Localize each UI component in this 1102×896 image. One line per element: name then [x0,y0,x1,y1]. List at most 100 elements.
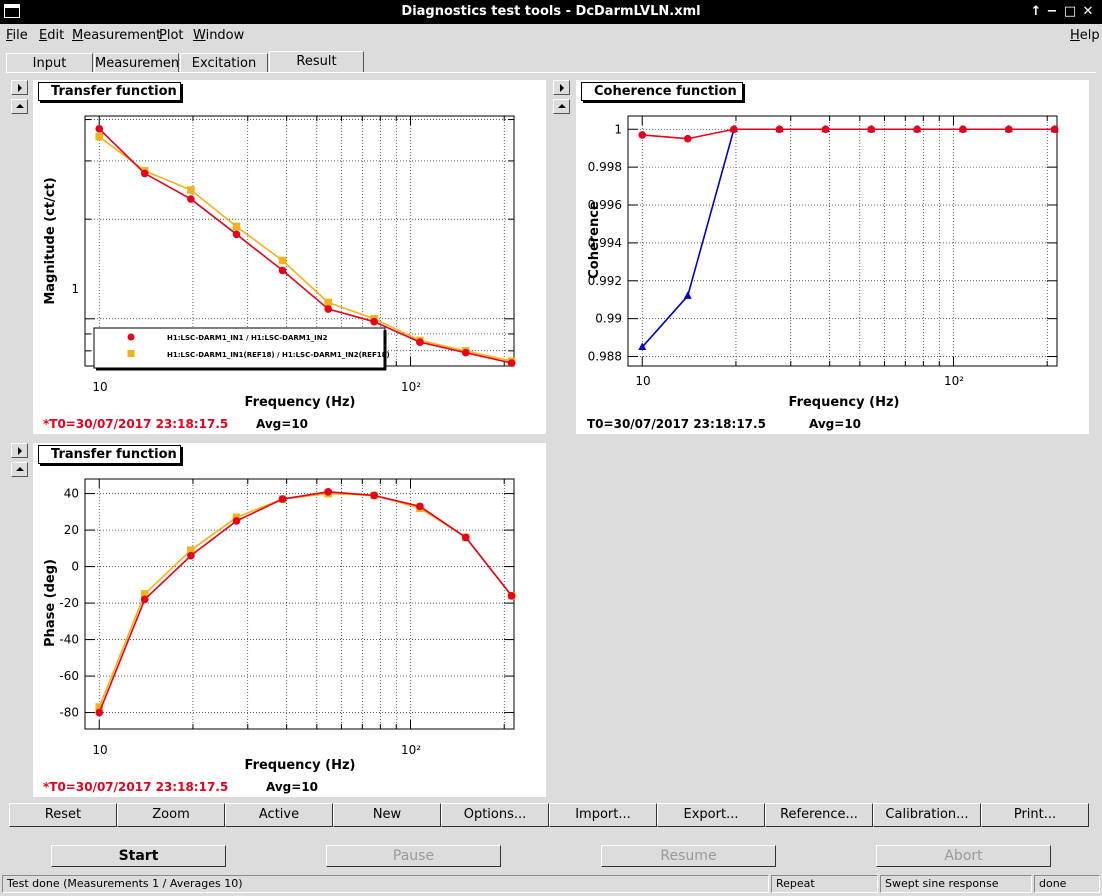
minimize-icon[interactable]: − [1043,3,1061,21]
magnitude-plot-pad[interactable]: H1:LSC-DARM1_IN1 / H1:LSC-DARM1_IN2 H1:L… [33,80,546,434]
y-tick-label: 0 [71,560,79,574]
resume-button[interactable]: Resume [601,845,776,867]
data-point [232,230,241,239]
start-button[interactable]: Start [51,845,226,867]
pad1-collapse-button[interactable] [11,99,28,114]
print-button[interactable]: Print... [981,803,1089,827]
data-point [95,132,104,141]
tab-measurement[interactable]: Measurement [94,53,184,72]
legend-label-measured: H1:LSC-DARM1_IN1 / H1:LSC-DARM1_IN2 [167,334,328,342]
data-point [370,491,378,500]
coherence-t0: T0=30/07/2017 23:18:17.5 [587,417,766,431]
tab-input[interactable]: Input [6,53,93,72]
new-button[interactable]: New [333,803,441,827]
tab-result[interactable]: Result [269,51,364,73]
data-point [507,591,516,600]
coherence-plot-pad[interactable]: 1 0.998 0.996 0.994 0.992 0.99 0.988 10 10² Fr… [576,80,1089,434]
abort-button[interactable]: Abort [876,845,1051,867]
maximize-icon[interactable]: □ [1061,3,1079,21]
phase-y-ticklabels: 40 20 0 -20 -40 -60 -80 [59,487,79,720]
series-line [641,128,1055,348]
y-tick-label: 1 [614,122,622,136]
status-message: Test done (Measurements 1 / Averages 10) [2,875,769,893]
status-type: Swept sine response [880,875,1032,893]
y-tick-label: 0.998 [588,160,622,174]
menu-bar: File Edit Measurement Plot Window Help [0,24,1102,46]
data-point [730,125,738,134]
coherence-frame [627,115,1058,367]
data-point [278,256,287,265]
coherence-series [638,124,1059,351]
tab-divider [6,72,1096,73]
menu-plot[interactable]: Plot [159,28,184,43]
status-state: done [1034,875,1100,893]
data-point [1004,125,1013,134]
pad2-expand-button[interactable] [553,80,570,95]
phase-plot-pad[interactable]: 40 20 0 -20 -40 -60 -80 10 10² Frequency (Hz) … [33,443,546,797]
x-axis-label: Frequency (Hz) [245,395,356,410]
data-point [324,298,333,307]
data-point [324,305,333,313]
y-tick-label: 40 [64,487,79,501]
x-tick-100: 10² [401,743,421,757]
x-tick-100: 10² [944,374,964,388]
menu-window[interactable]: Window [193,28,244,43]
x-tick-10: 10 [92,380,107,394]
phase-avg: Avg=10 [266,780,319,794]
calibration-button[interactable]: Calibration... [873,803,981,827]
export-button[interactable]: Export... [657,803,765,827]
data-point [95,708,104,717]
y-tick-1: 1 [71,282,79,296]
pad2-collapse-button[interactable] [553,99,570,114]
zoom-button[interactable]: Zoom [117,803,225,827]
data-point [638,131,647,139]
series-line [642,128,1055,140]
x-tick-100: 10² [401,380,421,394]
options-button[interactable]: Options... [441,803,549,827]
data-point [416,338,424,346]
data-point [867,125,876,134]
x-axis-label: Frequency (Hz) [245,758,356,773]
menu-edit[interactable]: Edit [39,28,64,43]
data-point [140,595,149,604]
coherence-plot-title: Coherence function [581,82,743,101]
close-icon[interactable]: ✕ [1079,3,1097,21]
coherence-grid [628,116,1057,366]
coherence-avg: Avg=10 [809,417,862,431]
tab-excitation[interactable]: Excitation [180,53,268,72]
data-point [278,495,287,503]
magnitude-avg: Avg=10 [256,417,309,431]
pad1-expand-button[interactable] [11,80,28,95]
data-point [416,502,424,511]
phase-series [95,487,516,717]
menu-measurement[interactable]: Measurement [72,28,161,43]
menu-help[interactable]: Help [1070,28,1100,43]
active-button[interactable]: Active [225,803,333,827]
data-point [232,222,241,231]
phase-plot: 40200-20-40-60-80 10 10² Frequency (Hz) … [43,478,516,773]
menu-file[interactable]: File [6,28,28,43]
reference-button[interactable]: Reference... [765,803,873,827]
magnitude-plot-title: Transfer function [38,82,181,101]
legend-label-reference: H1:LSC-DARM1_IN1(REF18) / H1:LSC-DARM1_I… [167,351,390,359]
import-button[interactable]: Import... [549,803,657,827]
x-tick-10: 10 [92,743,107,757]
pad3-collapse-button[interactable] [11,462,28,477]
series-line [98,490,513,713]
data-point [324,487,333,496]
phase-frame [84,478,515,730]
phase-t0: *T0=30/07/2017 23:18:17.5 [43,780,229,794]
title-bar: Diagnostics test tools - DcDarmLVLN.xml … [0,0,1102,24]
data-point [461,533,470,542]
x-tick-10: 10 [635,374,650,388]
data-point [187,186,195,194]
y-axis-label: Magnitude (ct/ct) [43,177,58,304]
pause-button[interactable]: Pause [326,845,501,867]
pad3-expand-button[interactable] [11,443,28,458]
data-point [507,359,516,367]
y-tick-label: -40 [59,633,79,647]
reset-button[interactable]: Reset [9,803,117,827]
phase-grid [85,479,514,729]
y-tick-label: -80 [59,706,79,720]
magnitude-legend: H1:LSC-DARM1_IN1 / H1:LSC-DARM1_IN2 H1:L… [93,327,390,371]
